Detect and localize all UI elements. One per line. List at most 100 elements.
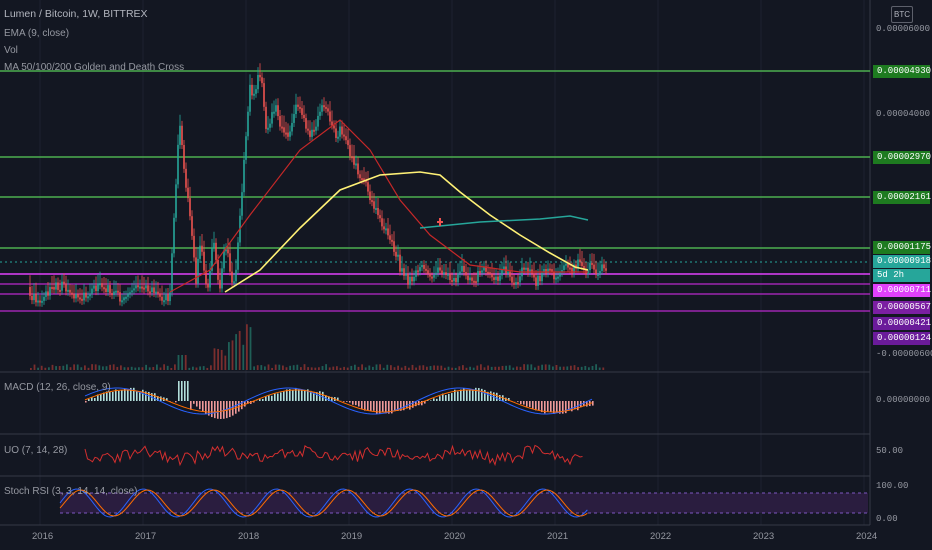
candle-body bbox=[249, 84, 251, 112]
candle-body bbox=[469, 277, 471, 281]
candle-body bbox=[135, 285, 137, 289]
uo-legend[interactable]: UO (7, 14, 28) bbox=[4, 445, 67, 457]
macd-bar bbox=[184, 381, 186, 401]
chart-stage[interactable]: Lumen / Bitcoin, 1W, BITTREX EMA (9, clo… bbox=[0, 0, 932, 550]
volume-bar bbox=[177, 355, 180, 370]
volume-bar bbox=[512, 367, 515, 370]
candle-body bbox=[337, 136, 339, 139]
macd-legend[interactable]: MACD (12, 26, close, 9) bbox=[4, 382, 111, 394]
volume-bar bbox=[570, 365, 572, 370]
volume-bar bbox=[289, 365, 291, 370]
candle-body bbox=[471, 277, 473, 281]
candle-body bbox=[451, 280, 453, 283]
macd-bar bbox=[382, 401, 384, 412]
volume-bar bbox=[530, 364, 533, 370]
volume-bar bbox=[69, 367, 72, 370]
candle-body bbox=[195, 257, 197, 284]
candle-body bbox=[143, 287, 145, 290]
candle-body bbox=[545, 269, 547, 274]
candle-body bbox=[299, 106, 301, 109]
volume-bar bbox=[264, 366, 266, 370]
candle-body bbox=[67, 289, 69, 292]
candle-body bbox=[361, 178, 363, 181]
volume-bar bbox=[354, 364, 356, 370]
macd-bar bbox=[433, 398, 435, 401]
time-tick: 2018 bbox=[238, 531, 260, 542]
candle-body bbox=[333, 125, 335, 129]
candle-body bbox=[523, 267, 525, 270]
candle-body bbox=[309, 130, 311, 137]
time-tick: 2020 bbox=[444, 531, 466, 542]
macd-bar bbox=[448, 393, 450, 401]
macd-bar bbox=[277, 393, 279, 401]
stoch-tick: 100.00 bbox=[876, 481, 909, 491]
volume-bar bbox=[292, 365, 295, 370]
macd-bar bbox=[574, 401, 576, 410]
candle-body bbox=[139, 286, 141, 289]
candle-body bbox=[105, 288, 107, 292]
candle-body bbox=[513, 282, 515, 285]
volume-bar bbox=[48, 367, 50, 370]
ma-legend[interactable]: MA 50/100/200 Golden and Death Cross bbox=[4, 62, 184, 74]
candle-body bbox=[343, 134, 345, 137]
candle-body bbox=[183, 145, 185, 169]
vol-legend[interactable]: Vol bbox=[4, 45, 18, 57]
candle-body bbox=[41, 300, 43, 303]
symbol-title[interactable]: Lumen / Bitcoin, 1W, BITTREX bbox=[4, 8, 148, 20]
volume-bar bbox=[278, 364, 281, 370]
macd-bar bbox=[193, 401, 195, 404]
currency-button[interactable]: BTC bbox=[891, 6, 913, 23]
volume-bar bbox=[318, 367, 320, 370]
candle-body bbox=[379, 215, 381, 219]
volume-bar bbox=[465, 367, 468, 370]
price-chart[interactable] bbox=[0, 0, 932, 550]
candle-body bbox=[121, 300, 123, 303]
candle-body bbox=[321, 105, 323, 112]
candle-body bbox=[281, 126, 283, 129]
volume-bar bbox=[256, 365, 259, 370]
volume-bar bbox=[253, 366, 255, 370]
macd-bar bbox=[367, 401, 369, 411]
candle-body bbox=[29, 287, 31, 296]
volume-bar bbox=[328, 367, 331, 370]
candle-body bbox=[429, 273, 431, 277]
candle-body bbox=[207, 284, 209, 288]
ema-legend[interactable]: EMA (9, close) bbox=[4, 28, 69, 40]
candle-body bbox=[153, 287, 155, 293]
candle-body bbox=[199, 245, 201, 259]
macd-bar bbox=[88, 399, 90, 401]
volume-bar bbox=[598, 367, 601, 370]
volume-bar bbox=[404, 365, 407, 370]
candle-body bbox=[87, 296, 89, 299]
candle-body bbox=[601, 264, 603, 271]
macd-bar bbox=[346, 401, 348, 402]
macd-bar bbox=[127, 390, 129, 401]
candle-body bbox=[219, 279, 221, 289]
volume-bar bbox=[224, 355, 227, 370]
stoch-legend[interactable]: Stoch RSI (3, 3, 14, 14, close) bbox=[4, 486, 137, 498]
candle-body bbox=[155, 291, 157, 294]
volume-bar bbox=[231, 340, 234, 370]
candle-body bbox=[271, 112, 273, 124]
volume-bar bbox=[94, 364, 97, 370]
volume-bar bbox=[188, 367, 191, 370]
macd-bar bbox=[280, 392, 282, 401]
macd-bar bbox=[259, 399, 261, 401]
candle-body bbox=[317, 115, 319, 127]
macd-bar bbox=[121, 390, 123, 401]
candle-body bbox=[149, 291, 151, 294]
candle-body bbox=[47, 291, 49, 296]
candle-body bbox=[193, 235, 195, 258]
candle-body bbox=[453, 278, 455, 282]
candle-body bbox=[95, 285, 97, 292]
candle-body bbox=[385, 228, 387, 231]
macd-bar bbox=[271, 395, 273, 401]
volume-bar bbox=[105, 366, 108, 370]
candle-body bbox=[423, 265, 425, 269]
macd-bar bbox=[469, 389, 471, 401]
volume-bar bbox=[591, 365, 594, 370]
volume-bar bbox=[573, 365, 576, 370]
candle-body bbox=[85, 292, 87, 298]
volume-bar bbox=[382, 367, 385, 370]
candle-body bbox=[303, 114, 305, 119]
